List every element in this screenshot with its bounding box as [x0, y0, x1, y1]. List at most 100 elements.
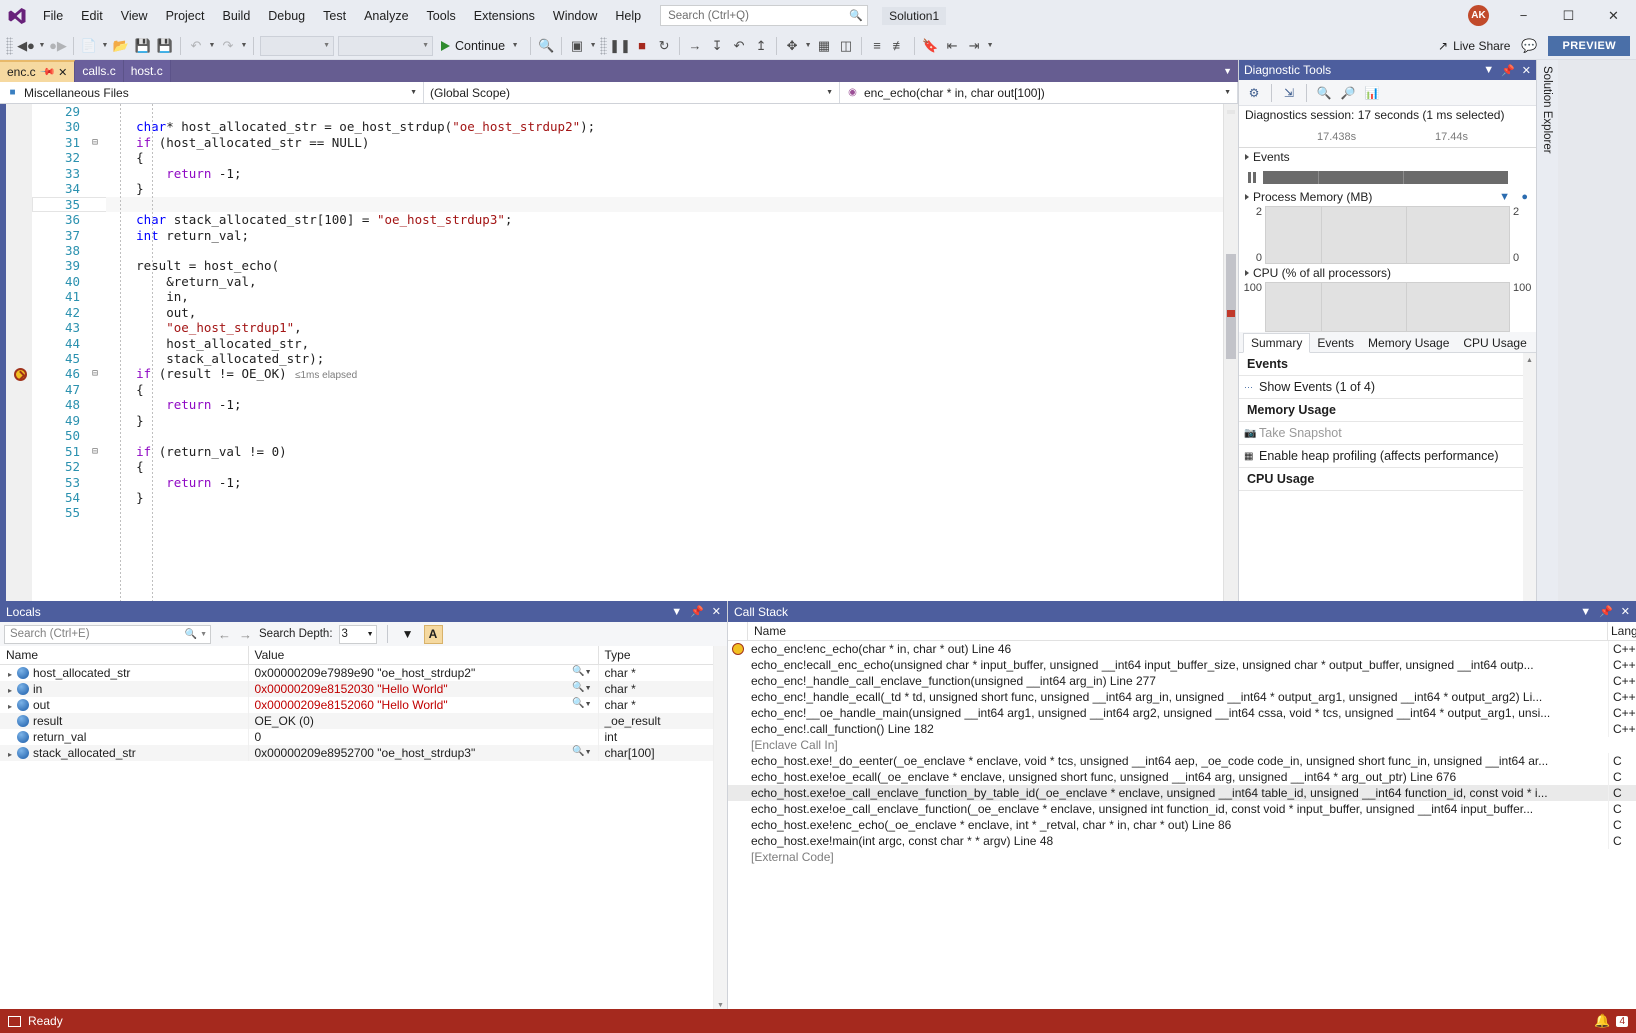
- navigate-forward-icon[interactable]: ●▶: [47, 35, 69, 57]
- bell-icon[interactable]: 🔔: [1594, 1013, 1610, 1029]
- next-bookmark-icon[interactable]: ⇥: [963, 35, 985, 57]
- call-stack-column-lang[interactable]: Lang: [1608, 622, 1636, 640]
- close-button[interactable]: ✕: [1591, 0, 1636, 32]
- function-selector[interactable]: ◉ enc_echo(char * in, char out[100]) ▼: [840, 82, 1238, 103]
- call-stack-row[interactable]: echo_host.exe!enc_echo(_oe_enclave * enc…: [728, 817, 1636, 833]
- step-over-icon[interactable]: ↶: [728, 35, 750, 57]
- scope-chevron-down-icon[interactable]: ▼: [814, 89, 833, 96]
- code-line[interactable]: 45 stack_allocated_str);: [32, 351, 1223, 366]
- column-name[interactable]: Name: [0, 646, 248, 665]
- save-all-icon[interactable]: 💾: [154, 35, 176, 57]
- menu-help[interactable]: Help: [606, 0, 650, 32]
- comment-icon[interactable]: ≡: [866, 35, 888, 57]
- locals-value-cell[interactable]: 0: [248, 729, 598, 745]
- code-text[interactable]: "oe_host_strdup1",: [106, 320, 1223, 335]
- toolbar-grip[interactable]: [6, 37, 13, 55]
- continue-chevron-icon[interactable]: ▼: [510, 42, 520, 49]
- code-line[interactable]: 41 in,: [32, 289, 1223, 304]
- tab-cpu-usage[interactable]: CPU Usage: [1456, 334, 1533, 352]
- menu-extensions[interactable]: Extensions: [465, 0, 544, 32]
- code-text[interactable]: if (return_val != 0): [106, 444, 1223, 459]
- code-line[interactable]: 54 }: [32, 490, 1223, 505]
- navigate-backward-chevron-icon[interactable]: ▼: [37, 42, 47, 49]
- panel-menu-chevron-icon[interactable]: ▼: [1483, 64, 1494, 77]
- project-chevron-down-icon[interactable]: ▼: [398, 89, 417, 96]
- call-stack-row[interactable]: echo_host.exe!oe_ecall(_oe_enclave * enc…: [728, 769, 1636, 785]
- text-visualizer-icon[interactable]: 🔍▼: [572, 698, 591, 709]
- show-events-item[interactable]: ⋯ Show Events (1 of 4): [1239, 376, 1536, 399]
- call-stack-row[interactable]: echo_enc!_handle_ecall(_td * td, unsigne…: [728, 689, 1636, 705]
- take-snapshot-item[interactable]: 📷 Take Snapshot: [1239, 422, 1536, 445]
- pin-icon[interactable]: 📌: [1501, 64, 1515, 77]
- code-text[interactable]: out,: [106, 305, 1223, 320]
- menu-edit[interactable]: Edit: [72, 0, 112, 32]
- search-previous-icon[interactable]: ←: [217, 627, 232, 642]
- code-text[interactable]: }: [106, 181, 1223, 196]
- code-line[interactable]: 42 out,: [32, 305, 1223, 320]
- call-stack-row[interactable]: echo_enc!.call_function() Line 182C++: [728, 721, 1636, 737]
- locals-search-input[interactable]: Search (Ctrl+E) 🔍 ▼: [4, 625, 211, 644]
- tab-events[interactable]: Events: [1310, 334, 1361, 352]
- intellitrace-chevron-icon[interactable]: ▼: [803, 42, 813, 49]
- code-line[interactable]: 48 return -1;: [32, 397, 1223, 412]
- call-stack-row[interactable]: echo_host.exe!main(int argc, const char …: [728, 833, 1636, 849]
- redo-chevron-icon[interactable]: ▼: [239, 42, 249, 49]
- settings-gear-icon[interactable]: ⚙: [1243, 83, 1265, 103]
- save-icon[interactable]: 💾: [132, 35, 154, 57]
- code-line[interactable]: 43 "oe_host_strdup1",: [32, 320, 1223, 335]
- locals-value-cell[interactable]: 0x00000209e8152030 "Hello World"🔍▼: [248, 681, 598, 697]
- locals-name-cell[interactable]: ▸out: [0, 697, 248, 713]
- tab-summary[interactable]: Summary: [1243, 333, 1310, 353]
- close-icon[interactable]: ✕: [1522, 64, 1531, 77]
- break-all-icon[interactable]: ❚❚: [609, 35, 631, 57]
- table-row[interactable]: ▸out0x00000209e8152060 "Hello World"🔍▼ch…: [0, 697, 713, 713]
- menu-test[interactable]: Test: [314, 0, 355, 32]
- code-text[interactable]: }: [106, 490, 1223, 505]
- code-text[interactable]: result = host_echo(: [106, 258, 1223, 273]
- step-into-icon[interactable]: ↧: [706, 35, 728, 57]
- pin-icon[interactable]: 📌: [690, 605, 704, 618]
- call-stack-row[interactable]: [Enclave Call In]: [728, 737, 1636, 753]
- expander-icon[interactable]: ▸: [8, 670, 17, 679]
- intellitrace-icon[interactable]: ✥: [781, 35, 803, 57]
- code-line[interactable]: 47 {: [32, 382, 1223, 397]
- live-share-button[interactable]: ↗ Live Share: [1430, 35, 1518, 57]
- menu-debug[interactable]: Debug: [259, 0, 314, 32]
- menu-file[interactable]: File: [34, 0, 72, 32]
- new-project-chevron-icon[interactable]: ▼: [100, 42, 110, 49]
- show-next-statement-icon[interactable]: →: [684, 35, 706, 57]
- code-text[interactable]: char stack_allocated_str[100] = "oe_host…: [106, 212, 1223, 227]
- close-icon[interactable]: ✕: [58, 66, 67, 79]
- filter-icon[interactable]: ▼: [398, 624, 418, 644]
- code-line[interactable]: 37 int return_val;: [32, 228, 1223, 243]
- undo-chevron-icon[interactable]: ▼: [207, 42, 217, 49]
- menu-project[interactable]: Project: [157, 0, 214, 32]
- call-stack-column-name[interactable]: Name: [748, 622, 1608, 640]
- new-project-icon[interactable]: 📄: [78, 35, 100, 57]
- code-line[interactable]: 44 host_allocated_str,: [32, 336, 1223, 351]
- tab-overflow-chevron-icon[interactable]: ▼: [1223, 60, 1238, 82]
- code-line[interactable]: 34 }: [32, 181, 1223, 196]
- stop-debugging-icon[interactable]: ■: [631, 35, 653, 57]
- call-stack-row[interactable]: echo_enc!_handle_call_enclave_function(u…: [728, 673, 1636, 689]
- toolbar-grip-2[interactable]: [600, 37, 607, 55]
- call-stack-row[interactable]: echo_enc!enc_echo(char * in, char * out)…: [728, 641, 1636, 657]
- locals-value-cell[interactable]: 0x00000209e8152060 "Hello World"🔍▼: [248, 697, 598, 713]
- locals-name-cell[interactable]: ▸in: [0, 681, 248, 697]
- search-next-icon[interactable]: →: [238, 627, 253, 642]
- function-chevron-down-icon[interactable]: ▼: [1212, 89, 1231, 96]
- cpu-section-header[interactable]: CPU (% of all processors): [1239, 264, 1536, 282]
- tab-enc-c[interactable]: enc.c 📌 ✕: [0, 60, 75, 82]
- call-stack-row[interactable]: echo_enc!ecall_enc_echo(unsigned char * …: [728, 657, 1636, 673]
- bookmark-icon[interactable]: 🔖: [919, 35, 941, 57]
- toolbar-overflow-chevron-icon[interactable]: ▼: [985, 42, 995, 49]
- panel-menu-chevron-icon[interactable]: ▼: [671, 606, 682, 618]
- expander-icon[interactable]: ▸: [8, 702, 17, 711]
- code-line[interactable]: 32 {: [32, 150, 1223, 165]
- table-row[interactable]: ▸in0x00000209e8152030 "Hello World"🔍▼cha…: [0, 681, 713, 697]
- locals-scrollbar[interactable]: ▼: [713, 646, 727, 1012]
- locals-value-cell[interactable]: 0x00000209e7989e90 "oe_host_strdup2"🔍▼: [248, 665, 598, 682]
- table-row[interactable]: ▸stack_allocated_str0x00000209e8952700 "…: [0, 745, 713, 761]
- navigate-backward-icon[interactable]: ◀●: [15, 35, 37, 57]
- code-text[interactable]: &return_val,: [106, 274, 1223, 289]
